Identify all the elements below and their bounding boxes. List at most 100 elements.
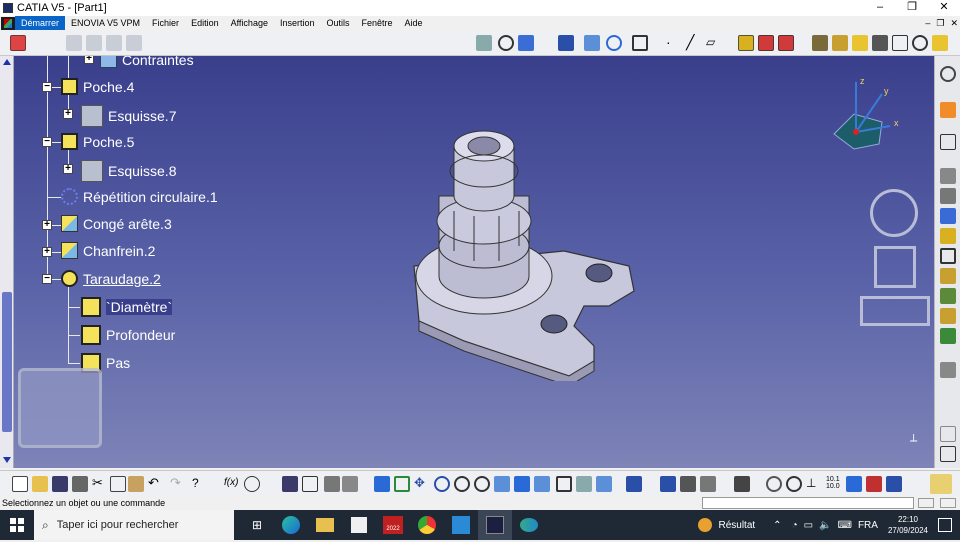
edge-icon[interactable] — [274, 510, 308, 540]
menu-fichier[interactable]: Fichier — [146, 16, 185, 30]
multi-view-icon[interactable] — [514, 476, 530, 492]
taskbar-search[interactable]: ⌕ Taper ici pour rechercher — [34, 510, 234, 540]
tree-item-repetition-circulaire[interactable]: Répétition circulaire.1 — [61, 188, 218, 205]
tree-item-poche-4[interactable]: Poche.4 — [61, 78, 134, 95]
zoom-nav-icon[interactable] — [860, 296, 930, 326]
pocket-tool-icon[interactable] — [758, 35, 774, 51]
command-power-button[interactable] — [940, 498, 956, 508]
plane-icon[interactable]: ▱ — [706, 35, 722, 51]
draft-icon[interactable] — [940, 446, 956, 462]
volume-icon[interactable]: 🔈 — [819, 520, 831, 531]
undo-icon[interactable]: ↶ — [148, 476, 164, 492]
new-file-icon[interactable] — [12, 476, 28, 492]
analysis-icon[interactable] — [558, 35, 574, 51]
help-icon[interactable]: ? — [192, 476, 208, 492]
collapse-toggle[interactable]: − — [42, 137, 52, 147]
expand-toggle[interactable]: + — [42, 220, 52, 230]
law-icon[interactable] — [302, 476, 318, 492]
pocket-tool-icon[interactable] — [940, 188, 956, 204]
tree-item-diametre[interactable]: `Diamètre` — [81, 297, 173, 317]
axis-system-icon[interactable] — [912, 35, 928, 51]
knowledge-icon[interactable] — [324, 476, 340, 492]
tray-chevron-icon[interactable]: ⌃ — [773, 520, 781, 531]
zoom-in-icon[interactable] — [454, 476, 470, 492]
overview-navigator[interactable] — [18, 368, 102, 448]
sketch-tool-icon[interactable] — [518, 35, 534, 51]
thread-tool-icon[interactable] — [700, 476, 716, 492]
command-input[interactable] — [702, 497, 914, 509]
groove-icon[interactable] — [832, 35, 848, 51]
axis-icon[interactable]: ⊥ — [806, 476, 822, 492]
stiffener-icon[interactable] — [940, 288, 956, 304]
copy-icon[interactable] — [110, 476, 126, 492]
store-icon[interactable] — [342, 510, 376, 540]
open-file-icon[interactable] — [32, 476, 48, 492]
stop-icon[interactable] — [786, 476, 802, 492]
doc-close-button[interactable]: ✕ — [950, 16, 958, 30]
expand-toggle[interactable]: + — [42, 247, 52, 257]
collapse-toggle[interactable]: − — [42, 82, 52, 92]
pan-nav-icon[interactable] — [874, 246, 916, 288]
save-icon[interactable] — [52, 476, 68, 492]
fit-all-icon[interactable] — [394, 476, 410, 492]
minimize-button[interactable]: – — [864, 0, 896, 16]
catalog-icon[interactable] — [584, 35, 600, 51]
multi-pad-icon[interactable] — [932, 35, 948, 51]
rotate-nav-icon[interactable] — [870, 189, 918, 237]
fillet-tool-icon[interactable] — [940, 362, 956, 378]
list-icon[interactable] — [886, 476, 902, 492]
pan-icon[interactable]: ✥ — [414, 476, 430, 492]
tree-item-profondeur[interactable]: Profondeur — [81, 325, 175, 345]
scroll-thumb[interactable] — [2, 292, 12, 432]
shaft-tool-icon[interactable] — [940, 208, 956, 224]
tree-item-poche-5[interactable]: Poche.5 — [61, 133, 134, 150]
catia-menu-logo-icon[interactable] — [1, 16, 15, 30]
groove-tool-icon[interactable] — [940, 228, 956, 244]
scroll-up-icon[interactable] — [3, 59, 11, 65]
doc-minimize-button[interactable]: – — [925, 16, 930, 30]
line-icon[interactable]: ╱ — [686, 35, 702, 51]
file-explorer-icon[interactable] — [308, 510, 342, 540]
normal-view-icon[interactable] — [494, 476, 510, 492]
rotate-icon[interactable] — [606, 35, 622, 51]
expand-toggle[interactable]: + — [63, 164, 73, 174]
app-icon[interactable] — [512, 510, 546, 540]
task-view-icon[interactable]: ⊞ — [240, 510, 274, 540]
tree-item-conge-arete[interactable]: Congé arête.3 — [61, 215, 172, 232]
shaft-icon[interactable] — [812, 35, 828, 51]
zoom-out-icon[interactable] — [474, 476, 490, 492]
doc-restore-button[interactable]: ❐ — [936, 16, 944, 30]
loft-icon[interactable] — [940, 308, 956, 324]
compass-widget[interactable]: z y x — [824, 74, 904, 154]
swap-visible-icon[interactable] — [596, 476, 612, 492]
command-option-button[interactable] — [918, 498, 934, 508]
scroll-down-icon[interactable] — [3, 457, 11, 463]
tree-item-taraudage[interactable]: Taraudage.2 — [61, 270, 161, 287]
notifications-icon[interactable] — [938, 518, 952, 532]
animate-icon[interactable] — [766, 476, 782, 492]
measure-icon[interactable] — [498, 35, 514, 51]
clock[interactable]: 22:10 27/09/2024 — [888, 514, 928, 536]
start-button[interactable] — [0, 510, 34, 540]
collapse-toggle[interactable]: − — [42, 274, 52, 284]
iso-view-icon[interactable] — [534, 476, 550, 492]
rib-icon[interactable] — [852, 35, 868, 51]
product-icon[interactable] — [10, 35, 26, 51]
weather-label[interactable]: Résultat — [718, 520, 755, 531]
menu-fenetre[interactable]: Fenêtre — [356, 16, 399, 30]
menu-insertion[interactable]: Insertion — [274, 16, 321, 30]
measure-item-icon[interactable] — [846, 476, 862, 492]
snap-icon[interactable] — [632, 35, 648, 51]
expand-toggle[interactable]: + — [84, 56, 94, 64]
boolean-icon[interactable] — [892, 35, 908, 51]
thickness-icon[interactable] — [680, 476, 696, 492]
hole-tool-icon[interactable] — [940, 248, 956, 264]
tree-item-esquisse-8[interactable]: Esquisse.8 — [81, 160, 176, 182]
app-icon[interactable] — [444, 510, 478, 540]
network-icon[interactable]: ◔ — [792, 520, 798, 531]
solidworks-icon[interactable]: 2022 — [376, 510, 410, 540]
measure-tool-icon[interactable] — [342, 476, 358, 492]
sketcher-icon[interactable] — [940, 134, 956, 150]
chrome-icon[interactable] — [410, 510, 444, 540]
pad-icon[interactable] — [738, 35, 754, 51]
